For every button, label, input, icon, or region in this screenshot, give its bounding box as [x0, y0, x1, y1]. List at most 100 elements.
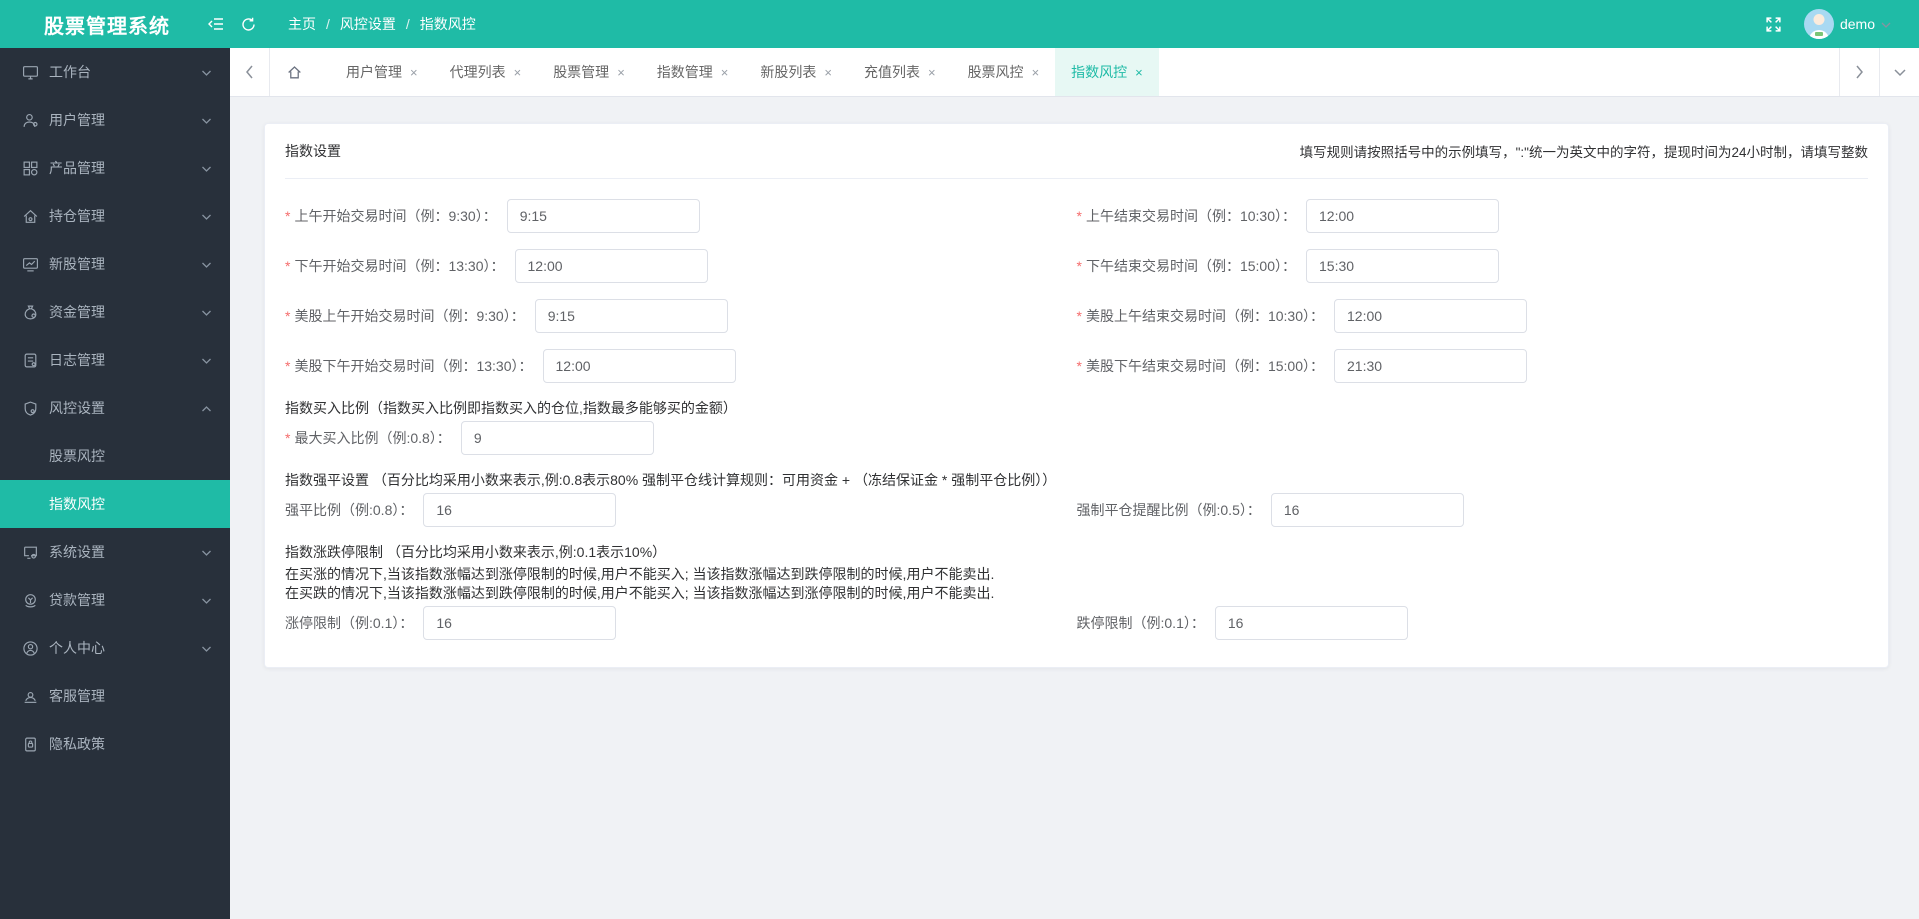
- us-morning-open-time-input[interactable]: [534, 299, 728, 333]
- tab-new-stock-list[interactable]: 新股列表 ×: [744, 48, 848, 96]
- tab-agent-list[interactable]: 代理列表 ×: [434, 48, 538, 96]
- sidebar-item-loan-management[interactable]: 贷款管理: [0, 576, 230, 624]
- required-asterisk: *: [1076, 258, 1082, 274]
- sidebar-item-label: 隐私政策: [49, 736, 105, 752]
- sidebar: 工作台 用户管理 产品管理 持仓管理 新股管理 资金管理 日志管理 风控设置 股…: [0, 48, 230, 919]
- username: demo: [1839, 16, 1875, 32]
- required-asterisk: *: [1076, 308, 1082, 324]
- sidebar-item-product-management[interactable]: 产品管理: [0, 144, 230, 192]
- chevron-down-icon: [201, 112, 212, 128]
- afternoon-close-time-input[interactable]: [1306, 249, 1499, 283]
- fullscreen-icon[interactable]: [1758, 0, 1790, 48]
- chevron-down-icon: [201, 592, 212, 608]
- us-afternoon-close-time-input[interactable]: [1334, 349, 1527, 383]
- sidebar-item-label: 产品管理: [49, 160, 105, 176]
- money-bag-icon: [22, 304, 39, 321]
- field-us-morning-open-time: * 美股上午开始交易时间（例：9:30）：: [285, 299, 1077, 333]
- tab-stock-risk[interactable]: 股票风控 ×: [952, 48, 1056, 96]
- sidebar-item-label: 贷款管理: [49, 592, 105, 608]
- upper-limit-input[interactable]: [423, 606, 617, 640]
- chevron-down-icon: [201, 64, 212, 80]
- refresh-icon[interactable]: [232, 0, 264, 48]
- breadcrumb-separator: /: [326, 16, 330, 32]
- afternoon-open-time-input[interactable]: [514, 249, 708, 283]
- us-afternoon-open-time-input[interactable]: [542, 349, 736, 383]
- field-label: 美股下午开始交易时间（例：13:30）：: [294, 358, 533, 374]
- close-icon[interactable]: ×: [617, 66, 625, 79]
- sidebar-item-workbench[interactable]: 工作台: [0, 48, 230, 96]
- sidebar-subitem-label: 指数风控: [49, 496, 105, 512]
- max-buy-ratio-input[interactable]: [460, 421, 654, 455]
- fill-rules-note: 填写规则请按照括号中的示例填写，":"统一为英文中的字符，提现时间为24小时制，…: [1299, 145, 1868, 160]
- field-us-afternoon-close-time: * 美股下午结束交易时间（例：15:00）：: [1077, 349, 1869, 383]
- lower-limit-input[interactable]: [1214, 606, 1408, 640]
- close-icon[interactable]: ×: [1032, 66, 1040, 79]
- breadcrumb-risk-settings[interactable]: 风控设置: [340, 14, 396, 34]
- sidebar-item-funds-management[interactable]: 资金管理: [0, 288, 230, 336]
- sidebar-item-personal-center[interactable]: 个人中心: [0, 624, 230, 672]
- field-label: 跌停限制（例:0.1）：: [1076, 615, 1205, 631]
- tabs-scroll-left-button[interactable]: [230, 48, 270, 96]
- tab-user-management[interactable]: 用户管理 ×: [330, 48, 434, 96]
- tabs-menu-button[interactable]: [1879, 48, 1919, 96]
- sidebar-item-new-stock-management[interactable]: 新股管理: [0, 240, 230, 288]
- headset-icon: [22, 688, 39, 705]
- close-icon[interactable]: ×: [721, 66, 729, 79]
- breadcrumb-home[interactable]: 主页: [288, 14, 316, 34]
- sidebar-item-label: 系统设置: [49, 544, 105, 560]
- price-limit-rule-line-2: 在买跌的情况下,当该指数涨幅达到跌停限制的时候,用户不能买入; 当该指数涨幅达到…: [285, 585, 995, 601]
- tab-stock-management[interactable]: 股票管理 ×: [537, 48, 641, 96]
- sidebar-item-log-management[interactable]: 日志管理: [0, 336, 230, 384]
- user-menu[interactable]: demo: [1803, 9, 1891, 39]
- tab-label: 指数管理: [656, 64, 713, 80]
- morning-close-time-input[interactable]: [1306, 199, 1499, 233]
- sidebar-item-position-management[interactable]: 持仓管理: [0, 192, 230, 240]
- system-gear-icon: [22, 544, 39, 561]
- chevron-down-icon: [201, 544, 212, 560]
- buy-ratio-section-title: 指数买入比例（指数买入比例即指数买入的仓位,指数最多能够买的金额）: [285, 400, 737, 416]
- tabs-strip: 用户管理 × 代理列表 × 股票管理 × 指数管理 × 新股列表 × 充值列表 …: [318, 48, 1839, 96]
- avatar: [1803, 9, 1834, 39]
- sidebar-item-risk-settings[interactable]: 风控设置: [0, 384, 230, 432]
- tab-label: 充值列表: [863, 64, 920, 80]
- sidebar-item-stock-risk[interactable]: 股票风控: [0, 432, 230, 480]
- field-liquidation-ratio: 强平比例（例:0.8）：: [285, 493, 1077, 527]
- close-icon[interactable]: ×: [1135, 66, 1143, 79]
- close-icon[interactable]: ×: [928, 66, 936, 79]
- field-label: 强平比例（例:0.8）：: [285, 502, 414, 518]
- liquidation-alert-ratio-input[interactable]: [1270, 493, 1464, 527]
- collapse-sidebar-icon[interactable]: [200, 0, 232, 48]
- tab-label: 股票管理: [553, 64, 610, 80]
- close-icon[interactable]: ×: [824, 66, 832, 79]
- sidebar-item-customer-service[interactable]: 客服管理: [0, 672, 230, 720]
- tabs-scroll-right-button[interactable]: [1839, 48, 1879, 96]
- field-label: 下午开始交易时间（例：13:30）：: [294, 258, 505, 274]
- grid-icon: [22, 160, 39, 177]
- section-buy-ratio: 指数买入比例（指数买入比例即指数买入的仓位,指数最多能够买的金额） * 最大买入…: [285, 399, 1868, 455]
- tab-index-management[interactable]: 指数管理 ×: [641, 48, 745, 96]
- chevron-up-icon: [201, 400, 212, 416]
- shield-icon: [22, 400, 39, 417]
- tab-index-risk[interactable]: 指数风控 ×: [1055, 48, 1159, 96]
- chevron-down-icon: [201, 208, 212, 224]
- field-morning-open-time: * 上午开始交易时间（例：9:30）：: [285, 199, 1077, 233]
- field-label: 上午开始交易时间（例：9:30）：: [294, 208, 497, 224]
- liquidation-ratio-input[interactable]: [423, 493, 617, 527]
- morning-open-time-input[interactable]: [506, 199, 700, 233]
- us-morning-close-time-input[interactable]: [1334, 299, 1527, 333]
- sidebar-item-system-settings[interactable]: 系统设置: [0, 528, 230, 576]
- close-icon[interactable]: ×: [410, 66, 418, 79]
- app-title: 股票管理系统: [44, 15, 170, 38]
- close-icon[interactable]: ×: [514, 66, 522, 79]
- tab-recharge-list[interactable]: 充值列表 ×: [848, 48, 952, 96]
- field-max-buy-ratio: * 最大买入比例（例:0.8）：: [285, 421, 1077, 455]
- tab-home-button[interactable]: [270, 48, 318, 96]
- required-asterisk: *: [285, 358, 291, 374]
- card-body: * 上午开始交易时间（例：9:30）： * 上午结束交易时间（例：10:30）：…: [285, 179, 1868, 640]
- field-label: 下午结束交易时间（例：15:00）：: [1085, 258, 1296, 274]
- sidebar-item-index-risk[interactable]: 指数风控: [0, 480, 230, 528]
- price-limit-rule-line-1: 在买涨的情况下,当该指数涨幅达到涨停限制的时候,用户不能买入; 当该指数涨幅达到…: [285, 566, 995, 582]
- required-asterisk: *: [1076, 208, 1082, 224]
- sidebar-item-privacy-policy[interactable]: 隐私政策: [0, 720, 230, 768]
- sidebar-item-user-management[interactable]: 用户管理: [0, 96, 230, 144]
